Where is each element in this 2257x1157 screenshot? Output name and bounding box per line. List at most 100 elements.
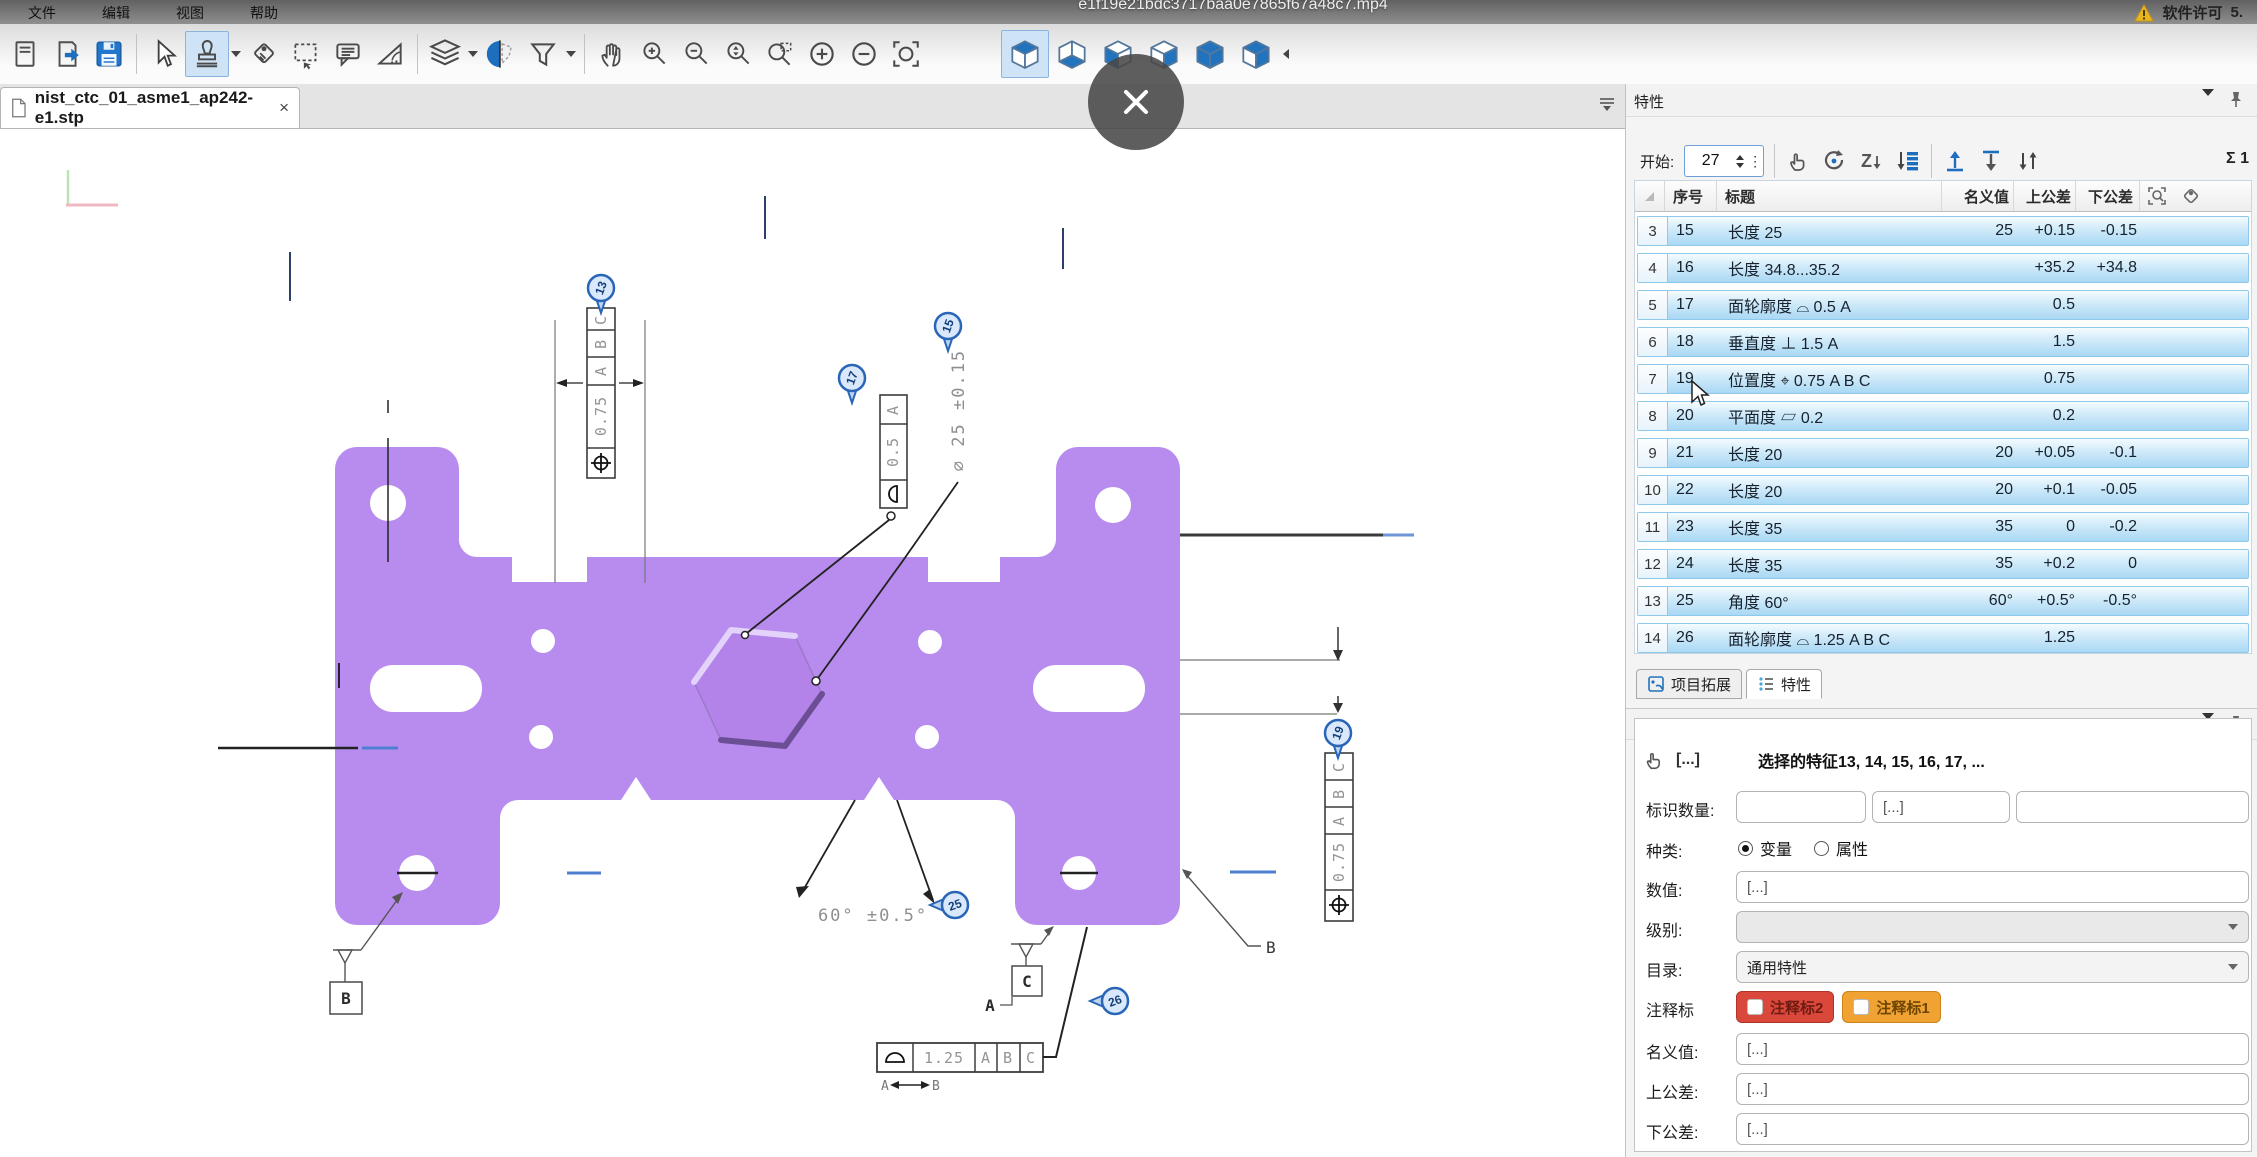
tab-project-tree[interactable]: 项目拓展 (1636, 669, 1742, 699)
table-row[interactable]: 618垂直度 ⊥ 1.5 A1.5 (1637, 327, 2249, 357)
part-body[interactable] (335, 447, 1180, 925)
zoom-window-icon[interactable] (759, 32, 801, 76)
column-header-lower[interactable]: 下公差 (2076, 181, 2140, 211)
badge-checkbox[interactable] (1747, 999, 1763, 1015)
balloon-15[interactable]: 15 (935, 313, 961, 351)
id-count-input-1[interactable] (1736, 791, 1866, 823)
refresh-icon[interactable] (1821, 148, 1847, 174)
filter-icon[interactable] (522, 32, 564, 76)
table-row[interactable]: 517面轮廓度 ⌓ 0.5 A0.5 (1637, 290, 2249, 320)
panel-collapse-icon[interactable] (2202, 96, 2214, 114)
table-row[interactable]: 820平面度 ▱ 0.20.2 (1637, 401, 2249, 431)
small-hole[interactable] (918, 630, 942, 654)
zoom-fit-icon[interactable] (885, 32, 927, 76)
panel-pin-icon[interactable] (2228, 90, 2244, 108)
tag-icon[interactable] (243, 32, 285, 76)
swap-order-icon[interactable] (2014, 148, 2042, 174)
balloon-17[interactable]: 17 (839, 365, 865, 403)
new-document-icon[interactable] (4, 32, 46, 76)
column-header-nominal[interactable]: 名义值 (1942, 181, 2014, 211)
fcf-position-13[interactable]: C B A 0.75 (587, 308, 615, 478)
pan-hand-icon[interactable] (591, 32, 633, 76)
value-input[interactable]: [...] (1736, 871, 2249, 903)
balloon-26[interactable]: 26 (1090, 988, 1128, 1014)
tab-close-icon[interactable]: × (279, 98, 289, 118)
more-views-icon[interactable] (1283, 49, 1289, 59)
fcf-position-19[interactable]: C B A 0.75 (1325, 753, 1353, 921)
small-hole[interactable] (529, 725, 553, 749)
find-in-view-icon[interactable] (2140, 181, 2174, 211)
decrease-icon[interactable] (843, 32, 885, 76)
layers-icon[interactable] (424, 32, 466, 76)
zoom-out-icon[interactable] (675, 32, 717, 76)
stamp-dropdown-icon[interactable] (231, 51, 241, 57)
document-tab[interactable]: nist_ctc_01_asme1_ap242-e1.stp × (0, 87, 300, 128)
section-view-icon[interactable] (480, 32, 522, 76)
layers-dropdown-icon[interactable] (468, 51, 478, 57)
list-sort-icon[interactable] (1893, 148, 1921, 174)
slot[interactable] (1033, 665, 1145, 712)
tab-properties[interactable]: 特性 (1746, 669, 1822, 699)
table-row[interactable]: 1426面轮廓度 ⌓ 1.25 A B C1.25 (1637, 623, 2249, 653)
start-spinner[interactable]: 27 ⋮ (1684, 145, 1764, 177)
move-bottom-icon[interactable] (1978, 148, 2004, 174)
zoom-in-icon[interactable] (633, 32, 675, 76)
zoom-dynamic-icon[interactable] (717, 32, 759, 76)
lower-input[interactable]: [...] (1736, 1113, 2249, 1145)
nominal-input[interactable]: [...] (1736, 1033, 2249, 1065)
tab-list-dropdown-icon[interactable] (1598, 96, 1616, 112)
upper-input[interactable]: [...] (1736, 1073, 2249, 1105)
column-header-title[interactable]: 标题 (1717, 181, 1942, 211)
balloon-25[interactable]: 25 (930, 892, 968, 918)
cad-viewport[interactable]: C B A 0.75 A 0.5 ⌀ 25 ±0.15 (0, 128, 1625, 1157)
small-hole[interactable] (531, 629, 555, 653)
comment-icon[interactable] (327, 32, 369, 76)
table-row[interactable]: 1022长度 2020+0.1-0.05 (1637, 475, 2249, 505)
menu-edit[interactable]: 编辑 (96, 2, 136, 24)
selection-hand-icon[interactable] (1642, 748, 1666, 772)
small-hole[interactable] (915, 725, 939, 749)
menu-view[interactable]: 视图 (170, 2, 210, 24)
id-count-input-3[interactable] (2016, 791, 2249, 823)
view-cube-bottom-icon[interactable] (1049, 31, 1095, 77)
slot[interactable] (370, 665, 482, 712)
datum-feature-c[interactable]: C A (985, 926, 1054, 1015)
save-icon[interactable] (88, 32, 130, 76)
table-row[interactable]: 315长度 2525+0.15-0.15 (1637, 216, 2249, 246)
select-pointer-icon[interactable] (1785, 148, 1811, 174)
table-row[interactable]: 719位置度 ⌖ 0.75 A B C0.75 (1637, 364, 2249, 394)
filter-dropdown-icon[interactable] (566, 51, 576, 57)
sort-z-icon[interactable]: Z (1857, 148, 1883, 174)
tag-filter-icon[interactable] (2174, 181, 2208, 211)
open-document-icon[interactable] (46, 32, 88, 76)
select-cursor-icon[interactable] (143, 32, 185, 76)
badge-checkbox[interactable] (1853, 999, 1869, 1015)
menu-help[interactable]: 帮助 (244, 2, 284, 24)
angle-dimension-25[interactable]: 60° ±0.5° (796, 800, 935, 926)
fcf-profile-26[interactable]: 1.25 A B C A B (877, 927, 1087, 1094)
stamp-annotation-icon[interactable] (185, 31, 229, 77)
column-header-seq[interactable]: 序号 (1665, 181, 1717, 211)
radio-attribute[interactable]: 属性 (1814, 836, 1868, 860)
table-row[interactable]: 1325角度 60°60°+0.5°-0.5° (1637, 586, 2249, 616)
annotation-badge-2[interactable]: 注释标2 (1736, 991, 1834, 1023)
measure-icon[interactable] (369, 32, 411, 76)
video-close-button[interactable] (1088, 54, 1184, 150)
view-cube-front-icon[interactable] (1187, 31, 1233, 77)
table-row[interactable]: 921长度 2020+0.05-0.1 (1637, 438, 2249, 468)
column-header-upper[interactable]: 上公差 (2014, 181, 2076, 211)
view-cube-iso-icon[interactable] (1001, 30, 1049, 78)
catalog-dropdown[interactable]: 通用特性 (1736, 951, 2249, 983)
table-corner[interactable] (1635, 181, 1665, 211)
corner-hole[interactable] (1095, 487, 1131, 523)
select-region-icon[interactable] (285, 32, 327, 76)
spinner-options-icon[interactable]: ⋮ (1748, 153, 1763, 170)
view-cube-top-icon[interactable] (1233, 31, 1279, 77)
increase-icon[interactable] (801, 32, 843, 76)
table-row[interactable]: 1224长度 3535+0.20 (1637, 549, 2249, 579)
move-top-icon[interactable] (1942, 148, 1968, 174)
table-row[interactable]: 1123长度 35350-0.2 (1637, 512, 2249, 542)
table-row[interactable]: 416长度 34.8...35.2+35.2+34.8 (1637, 253, 2249, 283)
menu-file[interactable]: 文件 (22, 2, 62, 24)
id-count-input-2[interactable]: [...] (1872, 791, 2010, 823)
